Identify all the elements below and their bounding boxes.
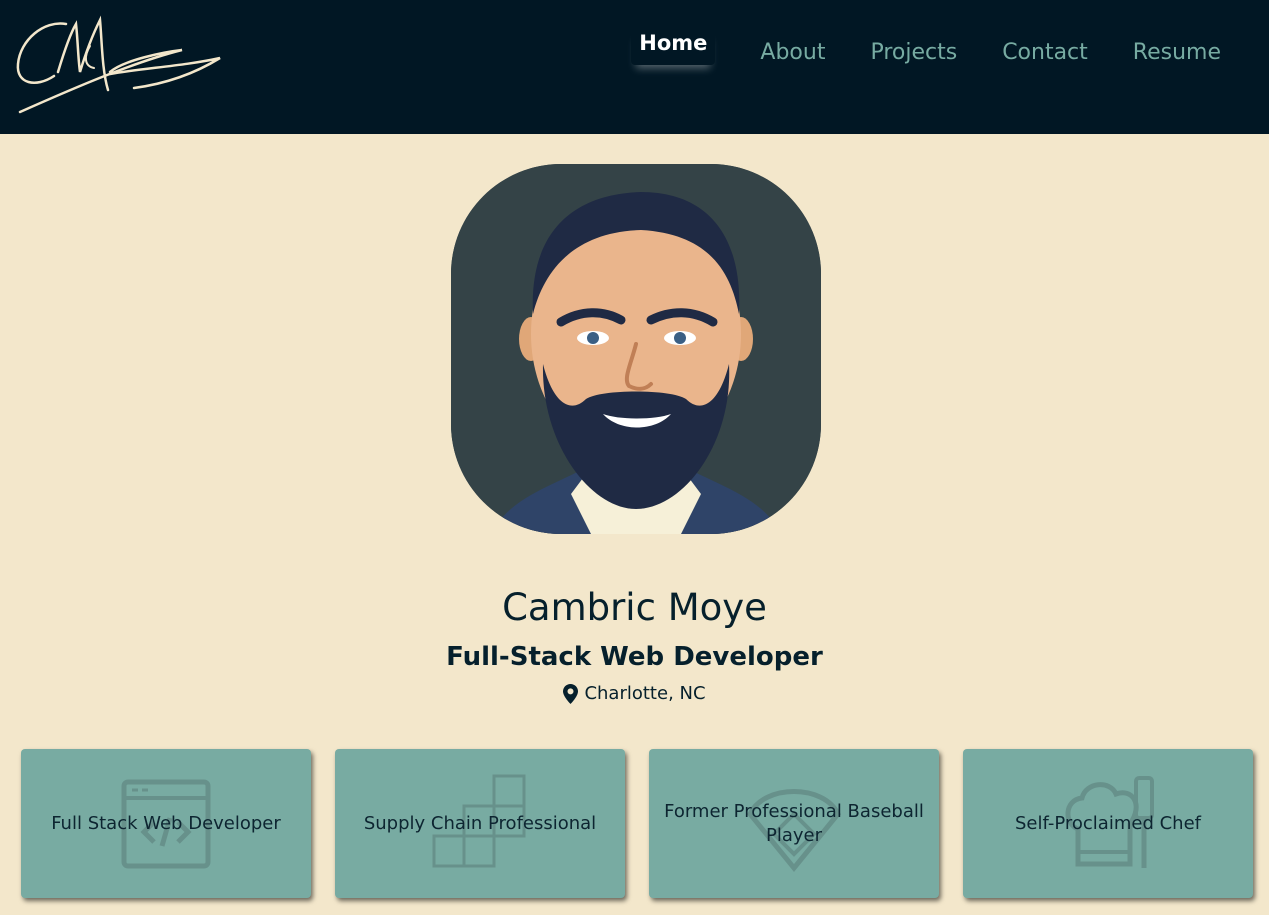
main-nav: Home About Projects Contact Resume [586, 31, 1221, 66]
profile-location: Charlotte, NC [0, 683, 1269, 704]
card-label: Supply Chain Professional [363, 812, 597, 834]
profile-avatar [451, 164, 821, 534]
signature-logo[interactable] [14, 12, 224, 118]
highlight-cards: Full Stack Web Developer Supply Chain Pr… [21, 749, 1253, 899]
card-chef[interactable]: Self-Proclaimed Chef [963, 749, 1253, 898]
map-pin-icon [563, 683, 579, 704]
portrait-illustration [451, 164, 821, 534]
profile-name: Cambric Moye [502, 586, 767, 629]
nav-link-contact[interactable]: Contact [1002, 40, 1088, 65]
card-label: Former Professional Baseball Player [664, 800, 924, 846]
nav-link-projects[interactable]: Projects [870, 40, 957, 65]
card-supply-chain[interactable]: Supply Chain Professional [335, 749, 625, 898]
card-label: Full Stack Web Developer [51, 812, 281, 834]
location-text: Charlotte, NC [584, 683, 706, 704]
card-baseball[interactable]: Former Professional Baseball Player [649, 749, 939, 898]
card-web-developer[interactable]: Full Stack Web Developer [21, 749, 311, 898]
card-label: Self-Proclaimed Chef [1015, 812, 1201, 834]
profile-title: Full-Stack Web Developer [446, 642, 823, 672]
navbar: Home About Projects Contact Resume [0, 0, 1269, 134]
nav-link-home[interactable]: Home [631, 27, 715, 65]
nav-link-about[interactable]: About [760, 40, 825, 65]
nav-link-resume[interactable]: Resume [1133, 40, 1221, 65]
